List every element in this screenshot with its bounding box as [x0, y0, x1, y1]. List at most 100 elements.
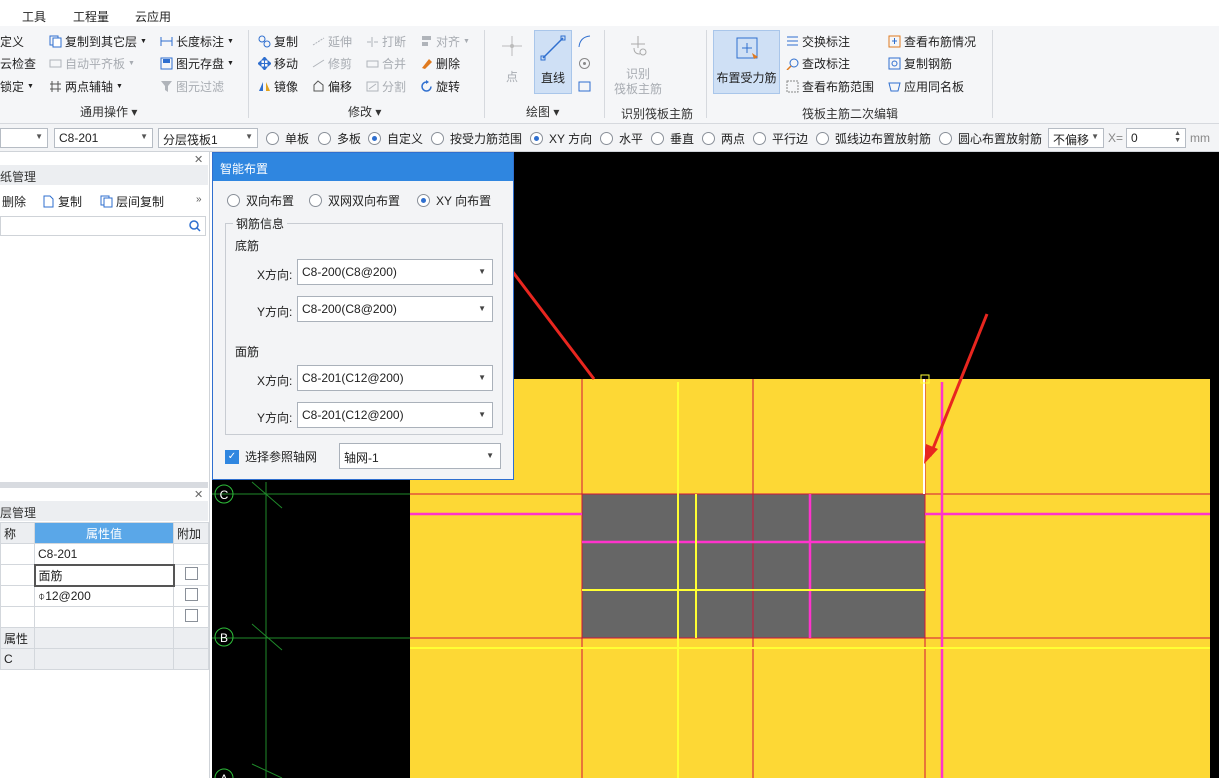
bottom-y-select[interactable]: C8-200(C8@200) ▼: [297, 296, 493, 322]
move-button[interactable]: 移动: [257, 54, 298, 72]
line-icon: [540, 35, 566, 61]
view-range-button[interactable]: 查看布筋范围: [786, 77, 874, 95]
split-icon: [366, 80, 379, 93]
filter-button[interactable]: 图元过滤: [160, 77, 224, 95]
radio-bidirectional[interactable]: 双向布置: [227, 192, 294, 209]
identify-raft-rebar-button[interactable]: 识别 筏板主筋: [612, 34, 664, 96]
copy-rebar-button[interactable]: 复制钢筋: [888, 54, 952, 72]
extra-checkbox[interactable]: [184, 609, 198, 622]
radio-multi-board[interactable]: 多板: [318, 130, 361, 147]
radio-single-board[interactable]: 单板: [266, 130, 309, 147]
offset-select[interactable]: 不偏移 ▼: [1048, 128, 1104, 148]
exchange-icon: [786, 35, 799, 48]
component-select[interactable]: C8-201 ▼: [54, 128, 153, 148]
bottom-x-select[interactable]: C8-200(C8@200) ▼: [297, 259, 493, 285]
unit-label: mm: [1190, 131, 1210, 145]
mirror-button[interactable]: 镜像: [258, 77, 298, 95]
copy-floor-icon: [49, 35, 62, 48]
menu-cloud[interactable]: 云应用: [135, 8, 171, 25]
check-label-button[interactable]: 查改标注: [786, 54, 850, 72]
cloud-check-button[interactable]: 云检查: [0, 54, 36, 72]
draw-options-bar: ▼ C8-201 ▼ 分层筏板1 ▼ 单板 多板 自定义 按受力筋范围 XY 方向 …: [0, 124, 1219, 152]
trim-button[interactable]: 修剪: [312, 54, 352, 72]
search-input[interactable]: [0, 216, 206, 236]
radio-center-radial[interactable]: 圆心布置放射筋: [939, 130, 1042, 147]
length-dim-button[interactable]: 长度标注 ▼: [160, 32, 234, 50]
axis-icon: [49, 80, 62, 93]
radio-parallel-edge[interactable]: 平行边: [753, 130, 808, 147]
copy-button[interactable]: 复制: [258, 32, 298, 50]
dialog-title: 智能布置: [213, 153, 513, 181]
draw-circle-button[interactable]: [578, 54, 594, 72]
rotate-button[interactable]: 旋转: [420, 77, 460, 95]
col-header-extra: 附加: [173, 522, 209, 544]
copy-drawing-button[interactable]: 复制: [42, 192, 82, 210]
menu-quantity[interactable]: 工程量: [73, 8, 109, 25]
top-y-label: Y方向:: [257, 411, 293, 425]
break-button[interactable]: 打断: [366, 32, 406, 50]
radio-horizontal[interactable]: 水平: [600, 130, 643, 147]
mirror-icon: [258, 80, 271, 93]
top-y-select[interactable]: C8-201(C12@200) ▼: [297, 402, 493, 428]
property-value-editing[interactable]: 面筋: [33, 563, 175, 587]
top-x-select[interactable]: C8-201(C12@200) ▼: [297, 365, 493, 391]
floor-copy-button[interactable]: 层间复制: [100, 192, 164, 210]
filter-icon: [160, 80, 173, 93]
radio-xy-layout[interactable]: XY 向布置: [417, 192, 491, 209]
property-value[interactable]: ⌽12@200: [34, 585, 174, 607]
splitter[interactable]: [0, 482, 208, 488]
view-status-button[interactable]: 查看布筋情况: [888, 32, 976, 50]
menu-tools[interactable]: 工具: [22, 8, 46, 25]
draw-line-button[interactable]: 直线: [534, 30, 572, 94]
split-button[interactable]: 分割: [366, 77, 406, 95]
exchange-label-button[interactable]: 交换标注: [786, 32, 850, 50]
rectangle-icon: [578, 80, 591, 93]
radio-double-net[interactable]: 双网双向布置: [309, 192, 400, 209]
draw-point-button[interactable]: 点: [498, 34, 526, 85]
ref-grid-checkbox[interactable]: ✓ 选择参照轴网: [225, 448, 317, 465]
apply-same-button[interactable]: 应用同名板: [888, 77, 964, 95]
ref-grid-select[interactable]: 轴网-1 ▼: [339, 443, 501, 469]
extra-checkbox[interactable]: [184, 567, 198, 580]
define-button[interactable]: 定义: [0, 32, 24, 50]
offset-button[interactable]: 偏移: [312, 77, 352, 95]
identify-icon: [631, 36, 647, 56]
save-element-button[interactable]: 图元存盘 ▼: [160, 54, 234, 72]
break-icon: [366, 35, 379, 48]
x-input[interactable]: 0 ▲ ▼: [1126, 128, 1186, 148]
merge-button[interactable]: 合并: [366, 54, 406, 72]
document-icon: [42, 195, 55, 208]
radio-two-points[interactable]: 两点: [702, 130, 745, 147]
table-row: [0, 606, 209, 628]
layer-select[interactable]: 分层筏板1 ▼: [158, 128, 258, 148]
radio-by-range[interactable]: 按受力筋范围: [431, 130, 522, 147]
extend-button[interactable]: 延伸: [312, 32, 352, 50]
extra-checkbox[interactable]: [184, 588, 198, 601]
ribbon-divider: [992, 30, 993, 118]
dimension-icon: [160, 35, 173, 48]
radio-arc-radial[interactable]: 弧线边布置放射筋: [816, 130, 931, 147]
move-icon: [257, 55, 272, 71]
smart-layout-dialog: 智能布置 双向布置 双网双向布置 XY 向布置 钢筋信息 底筋 X方向: C8-…: [212, 152, 514, 480]
close-icon[interactable]: ✕: [194, 488, 203, 501]
floor-select[interactable]: ▼: [0, 128, 48, 148]
two-point-axis-button[interactable]: 两点辅轴 ▼: [49, 77, 123, 95]
search-icon: [189, 220, 201, 232]
merge-icon: [366, 57, 379, 70]
flush-icon: [49, 57, 62, 70]
delete-button[interactable]: 删除: [420, 54, 460, 72]
copy-to-floor-button[interactable]: 复制到其它层 ▼: [49, 32, 147, 50]
arrange-rebar-button[interactable]: 布置受力筋: [713, 30, 780, 94]
property-value[interactable]: [34, 606, 174, 628]
property-value[interactable]: C8-201: [34, 543, 174, 565]
auto-flush-button[interactable]: 自动平齐板 ▼: [49, 54, 135, 72]
more-icon[interactable]: »: [196, 194, 202, 205]
draw-arc-button[interactable]: [578, 32, 594, 50]
radio-vertical[interactable]: 垂直: [651, 130, 694, 147]
align-button[interactable]: 对齐 ▼: [420, 32, 470, 50]
delete-drawing-button[interactable]: 删除: [2, 192, 26, 210]
radio-xy-direction[interactable]: XY 方向: [530, 130, 592, 147]
draw-rect-button[interactable]: [578, 77, 594, 95]
lock-button[interactable]: 锁定 ▼: [0, 77, 34, 95]
radio-custom[interactable]: 自定义: [368, 130, 423, 147]
